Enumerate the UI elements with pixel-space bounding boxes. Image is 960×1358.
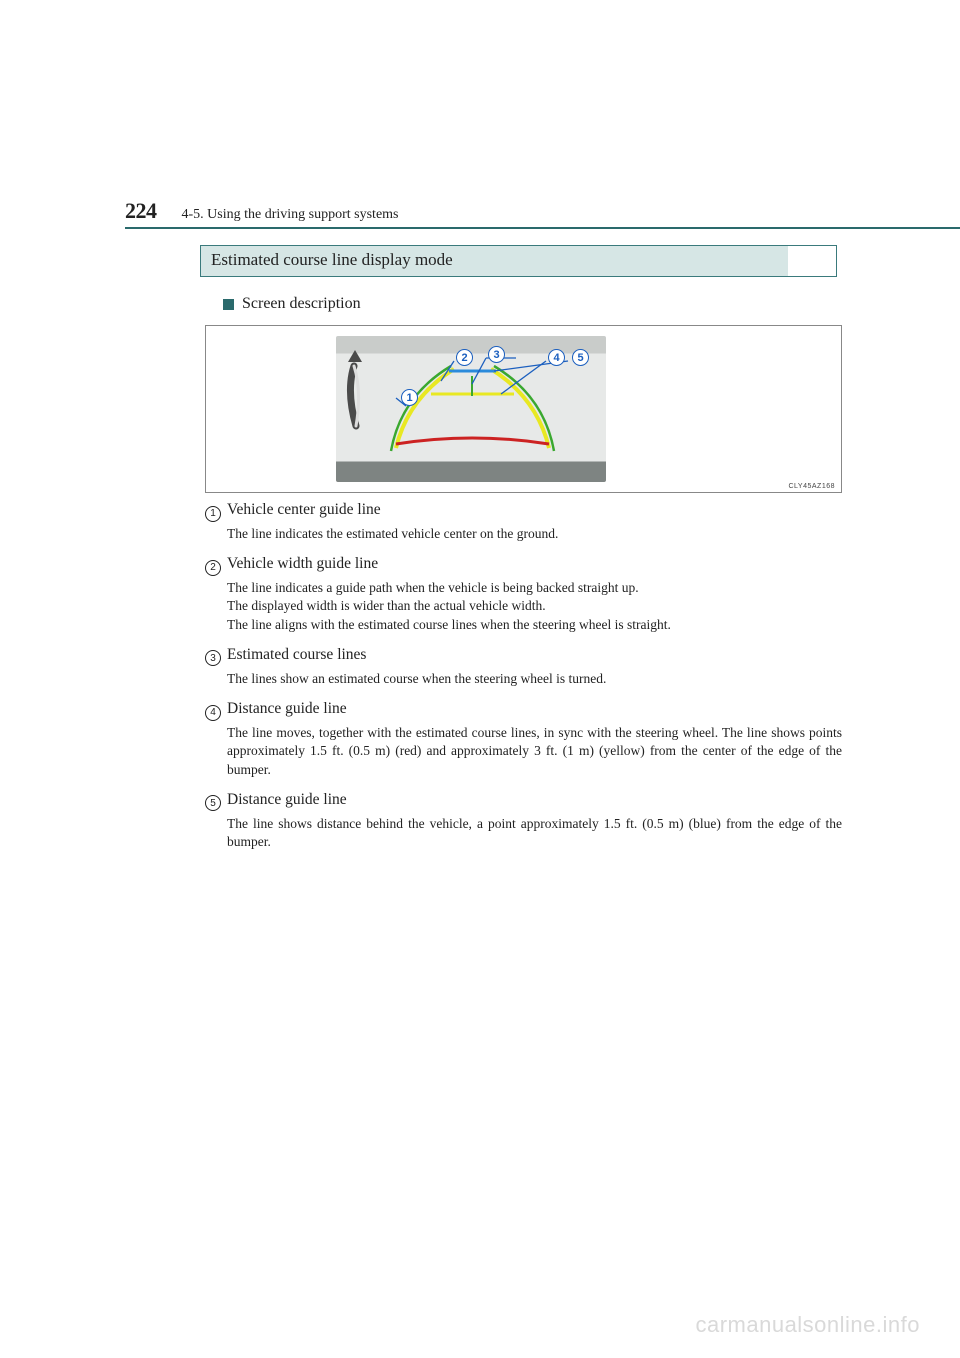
legend-description: The line indicates a guide path when the… xyxy=(227,579,842,634)
figure-callout-4: 4 xyxy=(548,349,565,366)
legend-title: Distance guide line xyxy=(227,791,842,809)
subsection-heading: Screen description xyxy=(223,295,842,313)
figure-container: 1 2 3 4 5 CLY45AZ168 xyxy=(205,325,842,493)
figure-callout-3: 3 xyxy=(488,346,505,363)
legend-title: Estimated course lines xyxy=(227,646,842,664)
figure-callout-1: 1 xyxy=(401,389,418,406)
page-header: 224 4-5. Using the driving support syste… xyxy=(125,198,860,224)
circled-number-icon: 3 xyxy=(205,650,221,666)
watermark: carmanualsonline.info xyxy=(695,1312,920,1338)
circled-number-icon: 4 xyxy=(205,705,221,721)
legend-item: 4 Distance guide line The line moves, to… xyxy=(205,700,842,787)
mode-title: Estimated course line display mode xyxy=(201,246,788,276)
page-number: 224 xyxy=(125,198,157,224)
legend-item: 2 Vehicle width guide line The line indi… xyxy=(205,555,842,642)
mode-title-spacer xyxy=(788,246,836,276)
figure-code: CLY45AZ168 xyxy=(788,483,835,490)
circled-number-icon: 2 xyxy=(205,560,221,576)
circled-number-icon: 5 xyxy=(205,795,221,811)
figure-callout-2: 2 xyxy=(456,349,473,366)
legend-item: 3 Estimated course lines The lines show … xyxy=(205,646,842,696)
square-bullet-icon xyxy=(223,299,234,310)
legend-title: Distance guide line xyxy=(227,700,842,718)
legend-description: The line moves, together with the estima… xyxy=(227,724,842,779)
legend-title: Vehicle width guide line xyxy=(227,555,842,573)
mode-title-bar: Estimated course line display mode xyxy=(200,245,837,277)
legend-description: The lines show an estimated course when … xyxy=(227,670,842,688)
legend-description: The line shows distance behind the vehic… xyxy=(227,815,842,851)
section-title: 4-5. Using the driving support systems xyxy=(182,207,399,223)
legend-item: 1 Vehicle center guide line The line ind… xyxy=(205,501,842,551)
legend-description: The line indicates the estimated vehicle… xyxy=(227,525,842,543)
circled-number-icon: 1 xyxy=(205,506,221,522)
manual-page: 224 4-5. Using the driving support syste… xyxy=(0,0,960,1358)
legend-item: 5 Distance guide line The line shows dis… xyxy=(205,791,842,859)
figure-callout-5: 5 xyxy=(572,349,589,366)
header-divider xyxy=(125,227,960,229)
subsection-label: Screen description xyxy=(242,295,361,313)
legend-title: Vehicle center guide line xyxy=(227,501,842,519)
page-content: Estimated course line display mode Scree… xyxy=(205,245,842,859)
